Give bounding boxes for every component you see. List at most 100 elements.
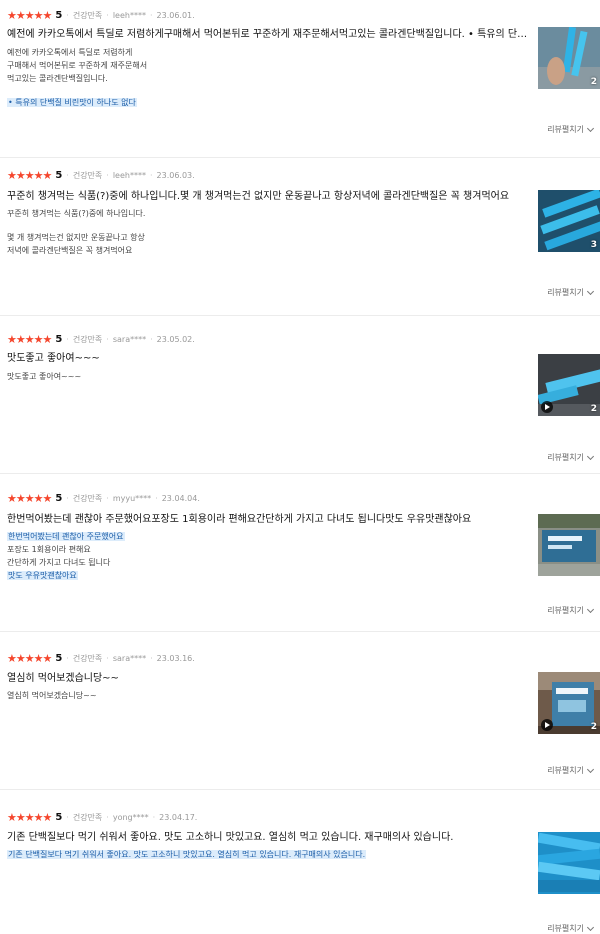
review-photo[interactable] — [538, 514, 600, 576]
review-line: 열심히 먹어보겠습니당~~ — [7, 691, 97, 700]
review-user: myyu**** — [112, 494, 152, 503]
meta-separator: · — [66, 654, 69, 663]
review-badge: 건강만족 — [72, 171, 103, 180]
review-summary[interactable]: 예전에 카카오톡에서 특딜로 저렴하게구매해서 먹어본뒤로 꾸준하게 재주문해서… — [7, 28, 531, 42]
meta-separator: · — [66, 335, 69, 344]
review-line: 포장도 1회용이라 편해요 — [7, 545, 91, 554]
meta-separator: · — [149, 11, 153, 20]
star-rating-icon: ★★★★★ — [7, 9, 52, 22]
review-body: 예전에 카카오톡에서 특딜로 저렴하게 구매해서 먹어본뒤로 꾸준하게 재주문해… — [7, 46, 531, 109]
review-badge: 건강만족 — [72, 335, 103, 344]
meta-separator: · — [66, 813, 69, 822]
review-user: sara**** — [112, 654, 147, 663]
review-line: • 특유의 단백질 비린맛이 하나도 없다 — [7, 96, 531, 109]
review-line: 몇 개 챙겨먹는건 없지만 운동끝나고 항상 — [7, 233, 145, 242]
review-body: 한번먹어봤는데 괜찮아 주문했어요 포장도 1회용이라 편해요 간단하게 가지고… — [7, 530, 531, 582]
review-meta: ★★★★★ 5 · 건강만족 · leeh**** · 23.06.03. — [7, 170, 195, 182]
star-rating-icon: ★★★★★ — [7, 811, 52, 824]
review-highlight: 한번먹어봤는데 괜찮아 주문했어요 — [7, 532, 125, 541]
review-line: 간단하게 가지고 다녀도 됩니다 — [7, 558, 111, 567]
meta-separator: · — [150, 654, 153, 663]
meta-separator: · — [66, 171, 69, 180]
chevron-down-icon — [586, 605, 595, 613]
expand-review-button[interactable]: 리뷰펼치기 — [547, 923, 595, 934]
play-video-icon — [541, 719, 553, 731]
photo-count: 3 — [590, 240, 597, 250]
review-meta: ★★★★★ 5 · 건강만족 · yong**** · 23.04.17. — [7, 812, 197, 824]
review-badge: 건강만족 — [72, 654, 103, 663]
review-item: ★★★★★ 5 · 건강만족 · sara**** · 23.03.16. 열심… — [0, 632, 600, 789]
review-date: 23.05.02. — [156, 335, 195, 344]
review-line: 맛도좋고 좋아여~~~ — [7, 372, 82, 381]
review-badge: 건강만족 — [72, 813, 103, 822]
meta-separator: · — [106, 11, 109, 20]
meta-separator: · — [66, 11, 69, 20]
meta-separator: · — [155, 494, 158, 503]
expand-review-button[interactable]: 리뷰펼치기 — [547, 452, 595, 463]
photo-count: 2 — [590, 77, 597, 87]
review-line: 구매해서 먹어본뒤로 꾸준하게 재주문해서 — [7, 61, 148, 70]
review-line: 맛도 우유맛괜찮아요 — [7, 569, 531, 582]
review-highlight: 기존 단백질보다 먹기 쉬워서 좋아요. 맛도 고소하니 맛있고요. 열심히 먹… — [7, 850, 367, 859]
meta-separator: · — [152, 813, 156, 822]
chevron-down-icon — [586, 124, 595, 132]
expand-label: 리뷰펼치기 — [547, 606, 584, 615]
review-user: leeh**** — [112, 11, 146, 20]
play-video-icon — [541, 401, 553, 413]
review-photo[interactable]: 2 — [538, 354, 600, 416]
review-date: 23.06.03. — [156, 171, 195, 180]
review-summary[interactable]: 열심히 먹어보겠습니당~~ — [7, 672, 531, 686]
review-photo[interactable]: 2 — [538, 27, 600, 89]
review-date: 23.03.16. — [156, 654, 195, 663]
review-item: ★★★★★ 5 · 건강만족 · sara**** · 23.05.02. 맛도… — [0, 316, 600, 473]
review-score: 5 — [55, 493, 63, 504]
review-badge: 건강만족 — [72, 11, 103, 20]
meta-separator: · — [106, 335, 109, 344]
review-list: ★★★★★ 5 · 건강만족 · leeh**** · 23.06.01. 예전… — [0, 0, 600, 934]
review-body: 열심히 먹어보겠습니당~~ — [7, 689, 531, 702]
meta-separator: · — [106, 171, 109, 180]
review-line: 꾸준히 챙겨먹는 식품(?)중에 하나입니다. — [7, 209, 146, 218]
photo-product-image — [538, 832, 600, 894]
expand-label: 리뷰펼치기 — [547, 288, 584, 297]
meta-separator: · — [106, 494, 109, 503]
photo-product-image — [538, 514, 600, 576]
meta-separator: · — [66, 494, 69, 503]
review-line: 저녁에 콜라겐단백질은 꼭 챙겨먹어요 — [7, 246, 133, 255]
review-summary[interactable]: 맛도좋고 좋아여~~~ — [7, 352, 531, 366]
star-rating-icon: ★★★★★ — [7, 492, 52, 505]
review-item: ★★★★★ 5 · 건강만족 · myyu**** · 23.04.04. 한번… — [0, 474, 600, 631]
review-line: 먹고있는 콜라겐단백질입니다. — [7, 74, 108, 83]
expand-review-button[interactable]: 리뷰펼치기 — [547, 605, 595, 616]
expand-review-button[interactable]: 리뷰펼치기 — [547, 287, 595, 298]
review-meta: ★★★★★ 5 · 건강만족 · myyu**** · 23.04.04. — [7, 493, 200, 505]
review-photo[interactable] — [538, 832, 600, 894]
meta-separator: · — [106, 654, 109, 663]
chevron-down-icon — [586, 765, 595, 773]
review-line: 한번먹어봤는데 괜찮아 주문했어요 — [7, 530, 531, 543]
review-score: 5 — [55, 334, 63, 345]
review-date: 23.04.17. — [159, 813, 198, 822]
review-blank-line — [7, 85, 531, 96]
review-score: 5 — [55, 812, 63, 823]
review-summary[interactable]: 한번먹어봤는데 괜찮아 주문했어요포장도 1회용이라 편해요간단하게 가지고 다… — [7, 513, 531, 527]
review-body: 꾸준히 챙겨먹는 식품(?)중에 하나입니다. 몇 개 챙겨먹는건 없지만 운동… — [7, 207, 531, 257]
review-meta: ★★★★★ 5 · 건강만족 · leeh**** · 23.06.01. — [7, 10, 195, 22]
review-date: 23.06.01. — [156, 11, 195, 20]
review-item: ★★★★★ 5 · 건강만족 · leeh**** · 23.06.03. 꾸준… — [0, 158, 600, 315]
chevron-down-icon — [586, 923, 595, 931]
review-item: ★★★★★ 5 · 건강만족 · yong**** · 23.04.17. 기존… — [0, 790, 600, 934]
review-user: sara**** — [112, 335, 147, 344]
review-body: 기존 단백질보다 먹기 쉬워서 좋아요. 맛도 고소하니 맛있고요. 열심히 먹… — [7, 848, 531, 861]
review-summary[interactable]: 기존 단백질보다 먹기 쉬워서 좋아요. 맛도 고소하니 맛있고요. 열심히 먹… — [7, 831, 531, 845]
photo-count: 2 — [590, 722, 597, 732]
review-score: 5 — [55, 170, 63, 181]
expand-review-button[interactable]: 리뷰펼치기 — [547, 124, 595, 135]
review-photo[interactable]: 3 — [538, 190, 600, 252]
review-summary[interactable]: 꾸준히 챙겨먹는 식품(?)중에 하나입니다.몇 개 챙겨먹는건 없지만 운동끝… — [7, 190, 531, 204]
star-rating-icon: ★★★★★ — [7, 169, 52, 182]
expand-review-button[interactable]: 리뷰펼치기 — [547, 765, 595, 776]
review-line: 예전에 카카오톡에서 특딜로 저렴하게 — [7, 48, 133, 57]
review-photo[interactable]: 2 — [538, 672, 600, 734]
expand-label: 리뷰펼치기 — [547, 125, 584, 134]
